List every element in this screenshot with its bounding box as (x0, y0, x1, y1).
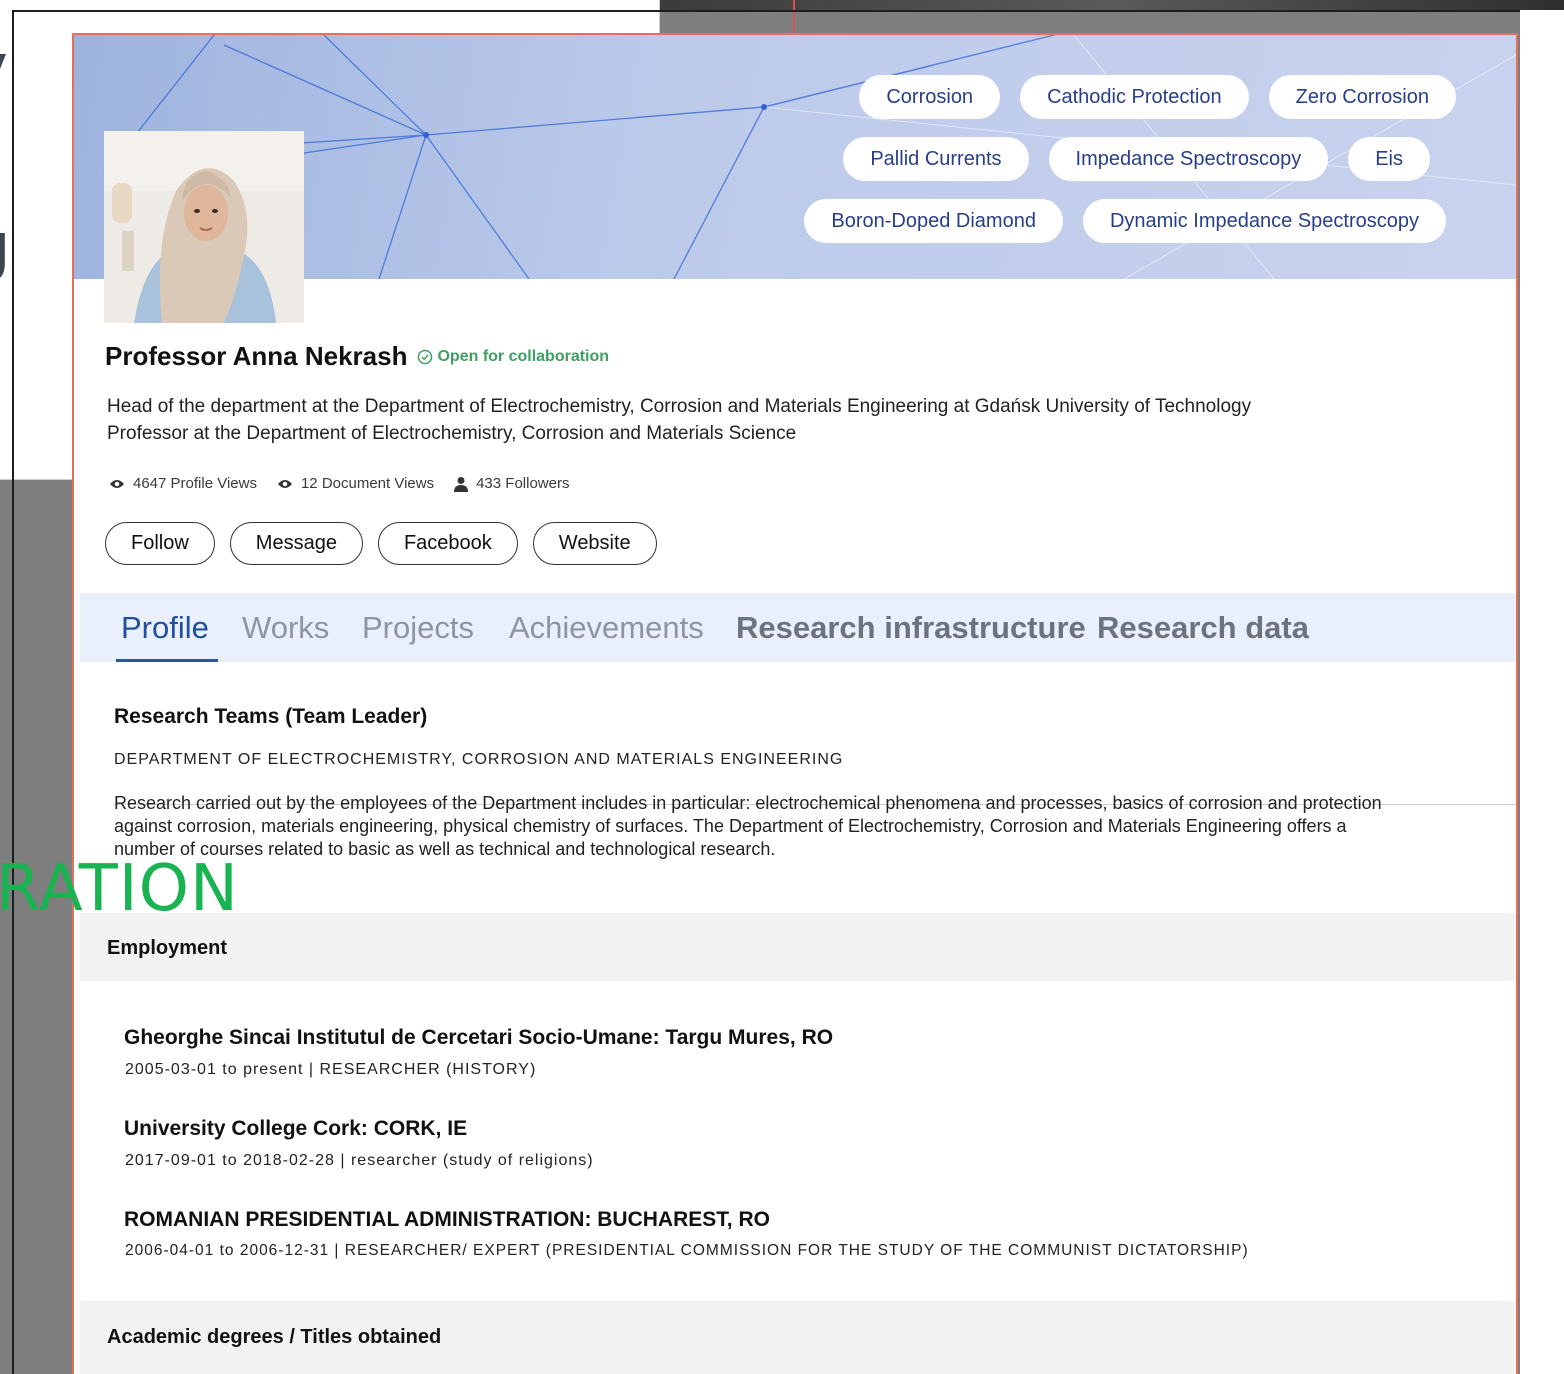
background-right-panel (1520, 10, 1564, 1374)
follow-button[interactable]: Follow (105, 522, 215, 565)
job-organization: Gheorghe Sincai Institutul de Cercetari … (124, 1026, 834, 1049)
keyword-tags: Corrosion Cathodic Protection Zero Corro… (756, 75, 1456, 243)
stat-label: 12 Document Views (300, 475, 435, 492)
eye-icon (110, 479, 124, 488)
tab-works[interactable]: Works (242, 610, 329, 646)
research-teams-title: Research Teams (Team Leader) (114, 705, 428, 728)
stat-label: 433 Followers (476, 475, 570, 492)
tag-impedance-spectroscopy[interactable]: Impedance Spectroscopy (1048, 137, 1329, 181)
website-button[interactable]: Website (532, 522, 657, 565)
tag-eis[interactable]: Eis (1348, 137, 1430, 181)
employment-title: Employment (107, 937, 228, 959)
tag-row: Pallid Currents Impedance Spectroscopy E… (843, 137, 1430, 181)
tab-research-data[interactable]: Research data (1097, 610, 1309, 646)
profile-photo (104, 131, 304, 323)
tab-profile[interactable]: Profile (121, 610, 209, 646)
job-details: 2005-03-01 to present | RESEARCHER (HIST… (125, 1061, 537, 1078)
stat-profile-views: 4647 Profile Views (109, 475, 257, 492)
tag-cathodic-protection[interactable]: Cathodic Protection (1020, 75, 1249, 119)
background-text-fragment: g (0, 215, 11, 279)
profile-card: Corrosion Cathodic Protection Zero Corro… (72, 33, 1518, 1374)
description-line: Professor at the Department of Electroch… (107, 423, 797, 444)
tab-projects[interactable]: Projects (362, 610, 474, 646)
stat-label: 4647 Profile Views (133, 475, 257, 492)
tag-row: Boron-Doped Diamond Dynamic Impedance Sp… (804, 199, 1446, 243)
collaboration-status: Open for collaboration (417, 348, 609, 366)
stat-document-views: 12 Document Views (277, 475, 434, 492)
employment-header-band (80, 913, 1516, 981)
profile-header: Professor Anna Nekrash Open for collabor… (105, 341, 609, 372)
profile-tabs: Profile Works Projects Achievements Rese… (80, 593, 1516, 662)
profile-name: Professor Anna Nekrash (105, 341, 408, 371)
active-tab-indicator (116, 659, 218, 662)
collaboration-label: Open for collaboration (437, 348, 610, 365)
tag-boron-doped-diamond[interactable]: Boron-Doped Diamond (804, 199, 1063, 243)
description-line: Head of the department at the Department… (107, 396, 1252, 417)
academic-degrees-title: Academic degrees / Titles obtained (107, 1326, 442, 1348)
tag-pallid-currents[interactable]: Pallid Currents (843, 137, 1029, 181)
profile-stats: 4647 Profile Views 12 Document Views 433… (109, 475, 569, 492)
research-teams-description: Research carried out by the employees of… (114, 793, 1382, 859)
background-dark-strip (660, 0, 1564, 10)
tag-row: Corrosion Cathodic Protection Zero Corro… (859, 75, 1456, 119)
tag-zero-corrosion[interactable]: Zero Corrosion (1268, 75, 1456, 119)
research-teams-department: DEPARTMENT OF ELECTROCHEMISTRY, CORROSIO… (114, 751, 844, 768)
avatar (104, 131, 304, 323)
tag-dynamic-impedance-spectroscopy[interactable]: Dynamic Impedance Spectroscopy (1082, 199, 1446, 243)
eye-icon (277, 479, 292, 488)
stat-followers: 433 Followers (454, 475, 569, 492)
facebook-button[interactable]: Facebook (377, 522, 518, 565)
job-details: 2017-09-01 to 2018-02-28 | researcher (s… (125, 1152, 594, 1169)
message-button[interactable]: Message (229, 522, 363, 565)
tab-research-infrastructure[interactable]: Research infrastructure (736, 610, 1086, 646)
job-organization: University College Cork: CORK, IE (124, 1117, 468, 1140)
job-organization: ROMANIAN PRESIDENTIAL ADMINISTRATION: BU… (124, 1208, 770, 1231)
check-circle-icon (418, 349, 433, 365)
tag-corrosion[interactable]: Corrosion (859, 75, 1001, 119)
tab-achievements[interactable]: Achievements (509, 610, 704, 646)
profile-actions: Follow Message Facebook Website (105, 522, 657, 565)
profile-description: Head of the department at the Department… (107, 393, 1251, 447)
person-icon (454, 476, 469, 492)
background-text-fragment: y (0, 36, 8, 100)
job-details: 2006-04-01 to 2006-12-31 | RESEARCHER/ E… (125, 1242, 1249, 1259)
background-green-text: RATION (0, 852, 239, 926)
